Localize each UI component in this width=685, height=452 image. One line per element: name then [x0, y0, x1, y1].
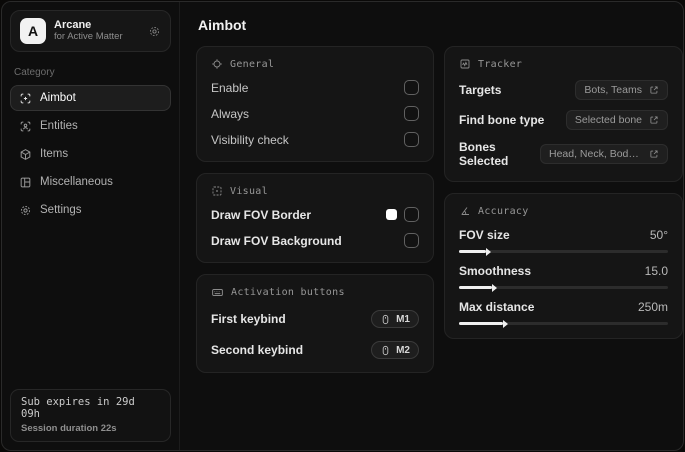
profile-card: A Arcane for Active Matter	[10, 10, 171, 52]
second-keybind-button[interactable]: M2	[371, 341, 419, 359]
card-title-label: General	[230, 58, 275, 70]
smoothness-slider[interactable]	[459, 286, 668, 289]
sidebar-item-entities[interactable]: Entities	[10, 113, 171, 139]
app-logo: A	[20, 18, 46, 44]
keybind-value: M1	[396, 313, 410, 325]
accuracy-card: Accuracy FOV size 50° Smoothness 15.0 Ma…	[444, 193, 683, 339]
sidebar: A Arcane for Active Matter Category Aimb…	[2, 2, 180, 450]
keybind-value: M2	[396, 344, 410, 356]
angle-icon	[459, 205, 471, 217]
expand-icon	[649, 85, 659, 95]
sidebar-item-label: Settings	[40, 204, 82, 216]
sub-expiry-text: Sub expires in 29d 09h	[21, 396, 135, 420]
setting-label: First keybind	[211, 312, 286, 326]
draw-fov-background-checkbox[interactable]	[404, 233, 419, 248]
bones-selected-dropdown[interactable]: Head, Neck, Body, Pe...	[540, 144, 668, 164]
setting-label: Smoothness	[459, 264, 532, 278]
app-subtitle: for Active Matter	[54, 30, 123, 42]
sidebar-item-miscellaneous[interactable]: Miscellaneous	[10, 169, 171, 195]
slider-value: 15.0	[644, 264, 668, 278]
keyboard-icon	[211, 286, 224, 299]
sidebar-item-label: Miscellaneous	[40, 176, 113, 188]
person-scan-icon	[19, 120, 32, 133]
setting-label: Bones Selected	[459, 140, 509, 168]
enable-checkbox[interactable]	[404, 80, 419, 95]
max-distance-setting: Max distance 250m	[459, 300, 668, 325]
slider-fill	[459, 250, 487, 253]
app-identity: Arcane for Active Matter	[54, 19, 140, 43]
expand-icon	[649, 149, 659, 159]
general-card: General Enable Always Visibility check	[196, 46, 434, 162]
setting-label: Always	[211, 106, 250, 121]
mouse-icon	[380, 345, 391, 356]
setting-label: FOV size	[459, 228, 510, 242]
app-name: Arcane	[54, 19, 92, 32]
fov-size-setting: FOV size 50°	[459, 228, 668, 253]
slider-fill	[459, 322, 503, 325]
draw-fov-border-checkbox[interactable]	[404, 207, 419, 222]
slider-value: 50°	[649, 228, 668, 242]
setting-label: Draw FOV Background	[211, 233, 342, 248]
subscription-info: Sub expires in 29d 09h Session duration …	[10, 389, 171, 442]
gear-icon[interactable]	[148, 25, 161, 38]
sidebar-item-items[interactable]: Items	[10, 141, 171, 167]
slider-value: 250m	[637, 300, 668, 314]
dropdown-value: Selected bone	[574, 114, 642, 126]
app-window: A Arcane for Active Matter Category Aimb…	[1, 1, 684, 451]
card-title-label: Tracker	[478, 58, 523, 70]
setting-label: Max distance	[459, 300, 535, 314]
gear-icon	[19, 204, 32, 217]
card-title-label: Activation buttons	[231, 287, 345, 298]
frame-dot-icon	[211, 185, 223, 197]
session-duration-text: Session duration 22s	[21, 423, 117, 434]
category-label: Category	[14, 67, 55, 78]
mouse-icon	[380, 314, 391, 325]
fov-border-color-swatch[interactable]	[386, 209, 397, 220]
tracker-card: Tracker Targets Bots, Teams Find bone ty…	[444, 46, 683, 182]
find-bone-type-dropdown[interactable]: Selected bone	[565, 110, 668, 130]
setting-label: Second keybind	[211, 343, 304, 357]
sidebar-item-label: Items	[40, 148, 69, 160]
main-content: Aimbot General Enable Always Visibility …	[180, 2, 683, 450]
targets-dropdown[interactable]: Bots, Teams	[575, 80, 668, 100]
smoothness-setting: Smoothness 15.0	[459, 264, 668, 289]
card-title-label: Visual	[230, 185, 268, 197]
card-title-label: Accuracy	[478, 205, 529, 217]
sidebar-item-settings[interactable]: Settings	[10, 197, 171, 223]
sidebar-item-label: Aimbot	[40, 92, 76, 104]
fov-size-slider[interactable]	[459, 250, 668, 253]
setting-label: Find bone type	[459, 113, 545, 127]
cube-icon	[19, 148, 32, 161]
setting-label: Draw FOV Border	[211, 207, 312, 222]
setting-label: Enable	[211, 80, 249, 95]
dropdown-value: Head, Neck, Body, Pe...	[549, 148, 642, 160]
activity-box-icon	[459, 58, 471, 70]
sidebar-item-label: Entities	[40, 120, 78, 132]
expand-icon	[649, 115, 659, 125]
setting-label: Visibility check	[211, 132, 289, 147]
dropdown-value: Bots, Teams	[584, 84, 642, 96]
crosshair-icon	[211, 58, 223, 70]
layout-icon	[19, 176, 32, 189]
first-keybind-button[interactable]: M1	[371, 310, 419, 328]
sidebar-item-aimbot[interactable]: Aimbot	[10, 85, 171, 111]
slider-fill	[459, 286, 493, 289]
activation-buttons-card: Activation buttons First keybind M1 Seco…	[196, 274, 434, 373]
always-checkbox[interactable]	[404, 106, 419, 121]
setting-label: Targets	[459, 83, 502, 97]
visibility-check-checkbox[interactable]	[404, 132, 419, 147]
crosshair-scan-icon	[19, 92, 32, 105]
page-title: Aimbot	[198, 17, 247, 33]
visual-card: Visual Draw FOV Border Draw FOV Backgrou…	[196, 173, 434, 263]
max-distance-slider[interactable]	[459, 322, 668, 325]
